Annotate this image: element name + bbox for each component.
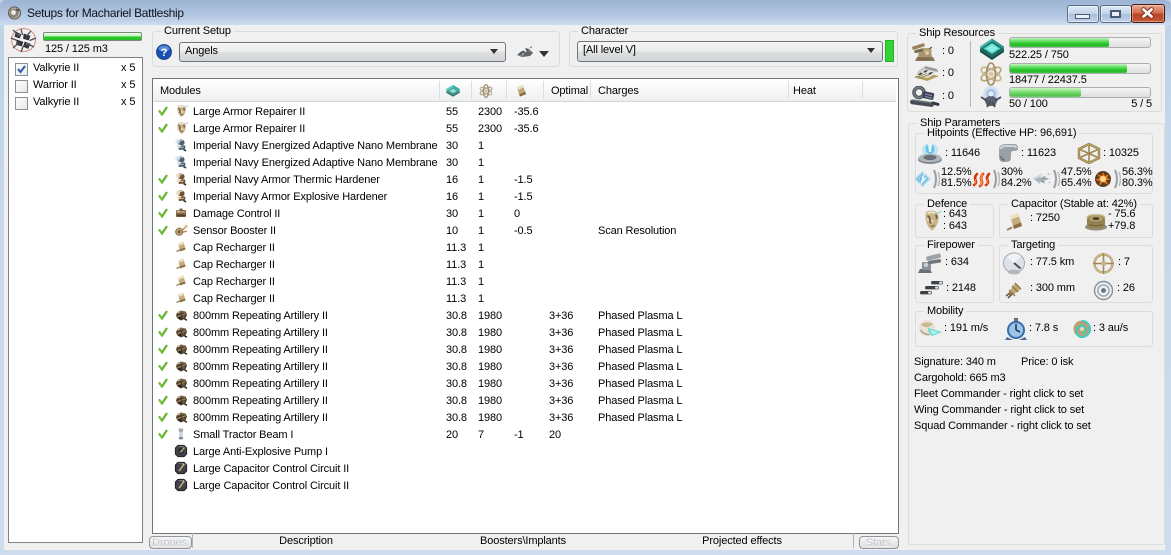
- svg-text:?: ?: [161, 47, 168, 59]
